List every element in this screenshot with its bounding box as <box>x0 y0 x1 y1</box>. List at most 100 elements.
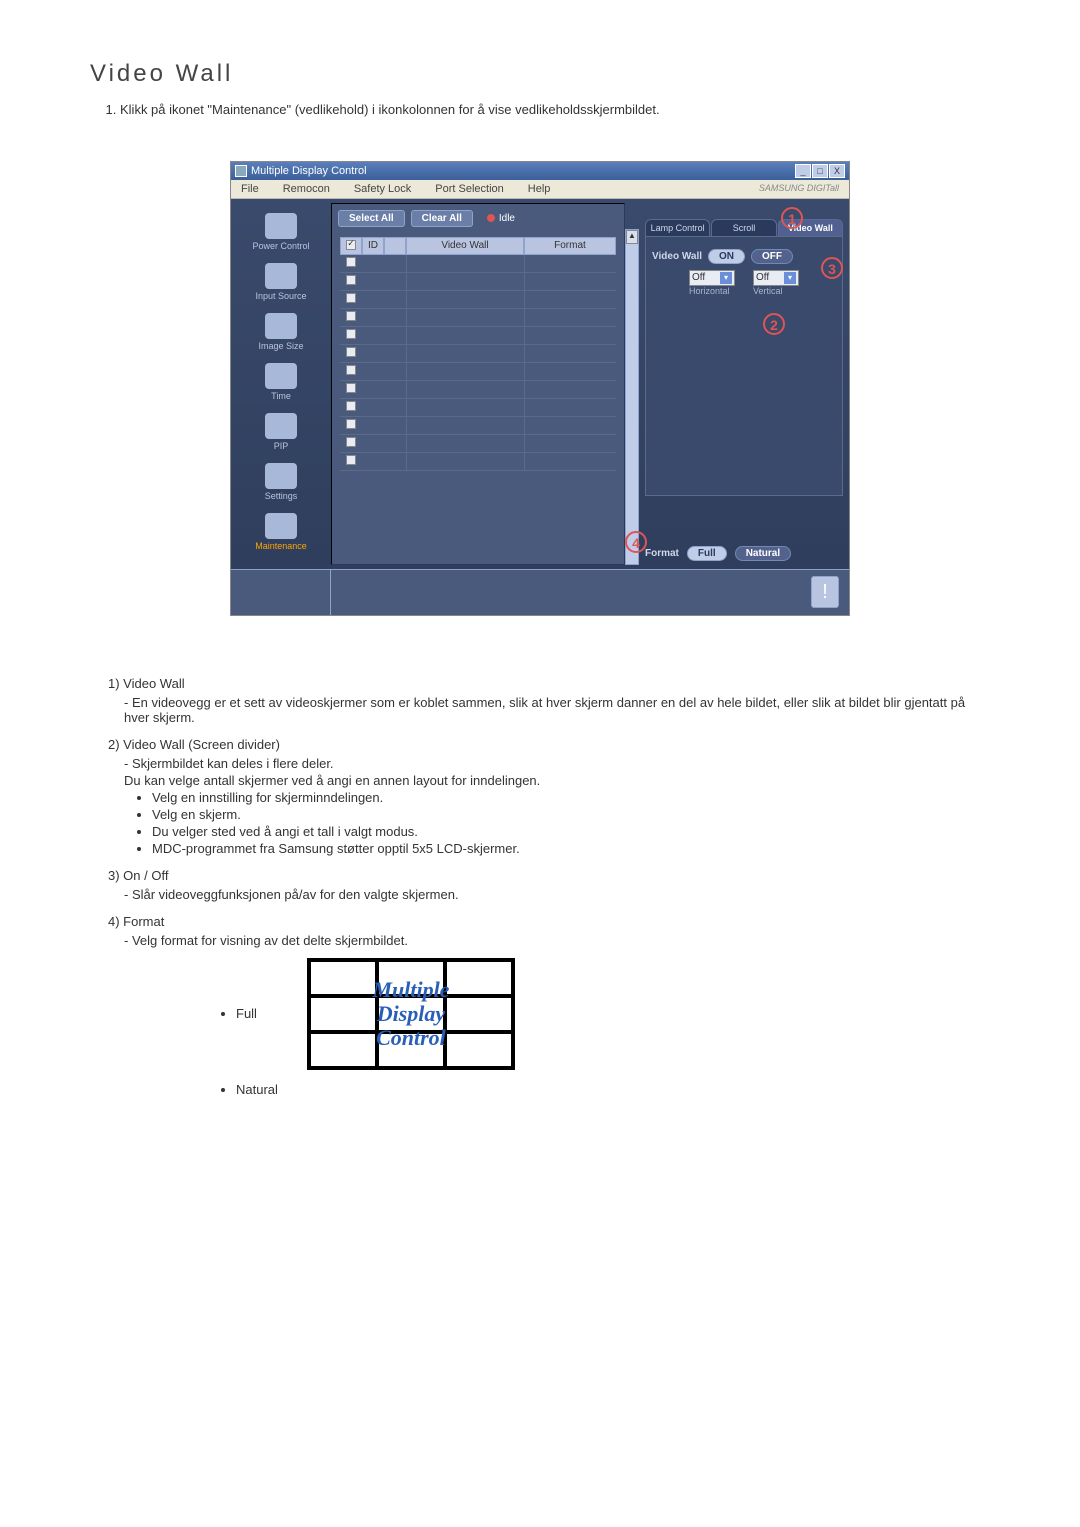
full-button[interactable]: Full <box>687 546 727 561</box>
item-4-desc: - Velg format for visning av det delte s… <box>124 933 990 948</box>
full-format-diagram: Multiple Display Control <box>307 958 515 1070</box>
col-check[interactable] <box>340 237 362 255</box>
idle-label: Idle <box>499 213 515 224</box>
clear-all-button[interactable]: Clear All <box>411 210 473 227</box>
sidebar-item-image[interactable]: Image Size <box>235 313 327 351</box>
tab-lamp-control[interactable]: Lamp Control <box>645 219 710 236</box>
maximize-button[interactable]: □ <box>812 164 828 178</box>
check-all-icon[interactable] <box>346 240 356 250</box>
natural-label: Natural <box>236 1082 278 1097</box>
table-row[interactable] <box>340 309 616 327</box>
row-checkbox[interactable] <box>346 437 356 447</box>
select-all-button[interactable]: Select All <box>338 210 405 227</box>
sidebar-item-input[interactable]: Input Source <box>235 263 327 301</box>
table-row[interactable] <box>340 345 616 363</box>
row-checkbox[interactable] <box>346 383 356 393</box>
item-2-desc: - Skjermbildet kan deles i flere deler. <box>124 756 990 771</box>
item-1-desc: - En videovegg er et sett av videoskjerm… <box>124 695 990 725</box>
item-2-title: 2) Video Wall (Screen divider) <box>108 737 280 752</box>
row-checkbox[interactable] <box>346 275 356 285</box>
row-checkbox[interactable] <box>346 401 356 411</box>
table-row[interactable] <box>340 327 616 345</box>
page-title: Video Wall <box>90 60 990 88</box>
idle-indicator: Idle <box>487 213 515 224</box>
natural-button[interactable]: Natural <box>735 546 791 561</box>
row-checkbox[interactable] <box>346 293 356 303</box>
sidebar-label-settings: Settings <box>235 491 327 501</box>
pip-icon <box>265 413 297 439</box>
tab-scroll[interactable]: Scroll <box>711 219 776 236</box>
callout-1: 1 <box>781 207 803 229</box>
item-2-bullet-4: MDC-programmet fra Samsung støtter oppti… <box>152 841 990 856</box>
main-center: Select All Clear All Idle ID Video Wall … <box>331 203 625 565</box>
input-icon <box>265 263 297 289</box>
time-icon <box>265 363 297 389</box>
statusbar: ! <box>231 569 849 615</box>
brand-label: SAMSUNG DIGITall <box>753 182 845 196</box>
row-checkbox[interactable] <box>346 455 356 465</box>
table-row[interactable] <box>340 381 616 399</box>
horizontal-select[interactable]: Off▾ <box>689 270 735 286</box>
col-video-wall: Video Wall <box>406 237 524 255</box>
table-row[interactable] <box>340 273 616 291</box>
sidebar-item-pip[interactable]: PIP <box>235 413 327 451</box>
grid-scrollbar[interactable]: ▲ <box>625 229 639 565</box>
close-button[interactable]: X <box>829 164 845 178</box>
sidebar-label-input: Input Source <box>235 291 327 301</box>
item-2-bullet-2: Velg en skjerm. <box>152 807 990 822</box>
table-row[interactable] <box>340 363 616 381</box>
app-icon <box>235 165 247 177</box>
row-checkbox[interactable] <box>346 257 356 267</box>
menu-help[interactable]: Help <box>522 182 557 196</box>
item-3-desc: - Slår videoveggfunksjonen på/av for den… <box>124 887 990 902</box>
window-title: Multiple Display Control <box>251 165 367 177</box>
sidebar-item-maintenance[interactable]: Maintenance <box>235 513 327 551</box>
table-row[interactable] <box>340 255 616 273</box>
menu-file[interactable]: File <box>235 182 265 196</box>
table-row[interactable] <box>340 453 616 471</box>
sidebar-item-settings[interactable]: Settings <box>235 463 327 501</box>
sidebar-label-maintenance: Maintenance <box>235 541 327 551</box>
full-label: Full <box>236 1006 257 1021</box>
table-row[interactable] <box>340 417 616 435</box>
sidebar-item-time[interactable]: Time <box>235 363 327 401</box>
item-2-bullet-3: Du velger sted ved å angi et tall i valg… <box>152 824 990 839</box>
row-checkbox[interactable] <box>346 365 356 375</box>
horizontal-value: Off <box>692 272 705 283</box>
off-button[interactable]: OFF <box>751 249 793 264</box>
power-icon <box>265 213 297 239</box>
col-format: Format <box>524 237 616 255</box>
titlebar: Multiple Display Control _ □ X <box>231 162 849 180</box>
row-checkbox[interactable] <box>346 311 356 321</box>
menu-port-selection[interactable]: Port Selection <box>429 182 509 196</box>
minimize-button[interactable]: _ <box>795 164 811 178</box>
sidebar-item-power[interactable]: Power Control <box>235 213 327 251</box>
col-icon <box>384 237 406 255</box>
explanation-list: 1) Video Wall - En videovegg er et sett … <box>108 676 990 1099</box>
table-row[interactable] <box>340 399 616 417</box>
row-checkbox[interactable] <box>346 347 356 357</box>
row-checkbox[interactable] <box>346 419 356 429</box>
on-button[interactable]: ON <box>708 249 745 264</box>
table-row[interactable] <box>340 291 616 309</box>
warning-icon: ! <box>811 576 839 608</box>
intro-item-1: Klikk på ikonet "Maintenance" (vedlikeho… <box>120 100 990 121</box>
item-2-line: Du kan velge antall skjermer ved å angi … <box>124 773 990 788</box>
col-id: ID <box>362 237 384 255</box>
sidebar: Power Control Input Source Image Size Ti… <box>231 199 331 569</box>
menu-remocon[interactable]: Remocon <box>277 182 336 196</box>
settings-icon <box>265 463 297 489</box>
demo-line-2: Display <box>377 1002 445 1026</box>
table-row[interactable] <box>340 435 616 453</box>
callout-2: 2 <box>763 313 785 335</box>
vertical-label: Vertical <box>753 286 799 296</box>
format-label: Format <box>645 548 679 559</box>
scroll-up-button[interactable]: ▲ <box>626 230 638 244</box>
app-window: Multiple Display Control _ □ X File Remo… <box>230 161 850 616</box>
menu-safety-lock[interactable]: Safety Lock <box>348 182 417 196</box>
demo-line-3: Control <box>376 1026 446 1050</box>
row-checkbox[interactable] <box>346 329 356 339</box>
sidebar-label-image: Image Size <box>235 341 327 351</box>
vertical-select[interactable]: Off▾ <box>753 270 799 286</box>
maintenance-icon <box>265 513 297 539</box>
